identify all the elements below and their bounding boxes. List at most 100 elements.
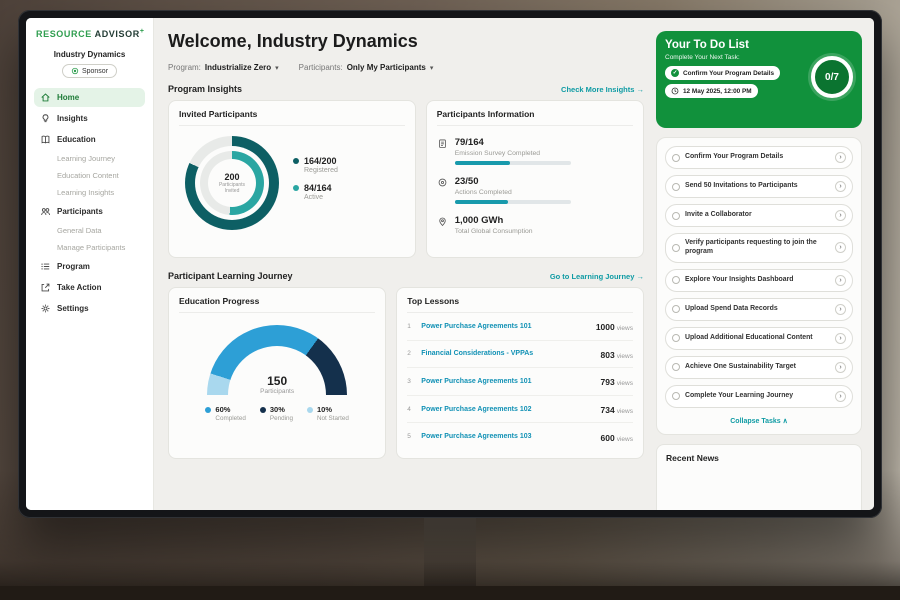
task-checkbox[interactable] [672, 334, 680, 342]
sidebar-item-education[interactable]: Education [34, 130, 145, 149]
views-count: 1000 [596, 322, 615, 332]
task-checkbox[interactable] [672, 276, 680, 284]
sidebar-item-education-content[interactable]: Education Content [34, 168, 145, 183]
arrow-right-icon: → [637, 85, 645, 94]
people-icon [40, 206, 51, 217]
task-label: Upload Spend Data Records [685, 305, 830, 314]
todo-panel: Your To Do List Complete Your Next Task:… [656, 31, 862, 510]
check-more-insights-link[interactable]: Check More Insights → [561, 85, 644, 94]
task-checkbox[interactable] [672, 363, 680, 371]
lesson-rank: 1 [407, 323, 414, 330]
stat-actions-completed: 23/50 Actions Completed [437, 176, 633, 204]
task-row[interactable]: Verify participants requesting to join t… [665, 233, 853, 263]
org-block: Industry Dynamics Sponsor [34, 50, 145, 80]
chevron-right-icon[interactable]: › [835, 391, 846, 402]
go-to-learning-journey-link[interactable]: Go to Learning Journey → [550, 272, 644, 281]
task-row[interactable]: Confirm Your Program Details › [665, 146, 853, 169]
chevron-right-icon[interactable]: › [835, 210, 846, 221]
stat-label: Total Global Consumption [455, 228, 533, 235]
task-checkbox[interactable] [672, 212, 680, 220]
donut-ring-outer: 200 Participants Invited [185, 136, 279, 230]
chevron-right-icon[interactable]: › [835, 152, 846, 163]
collapse-tasks-link[interactable]: Collapse Tasks ∧ [665, 414, 853, 426]
sidebar-item-settings[interactable]: Settings [34, 299, 145, 318]
sidebar-item-label: Take Action [57, 283, 101, 292]
legend-dot [205, 407, 211, 413]
filter-bar: Program: Industrialize Zero ▾ Participan… [168, 63, 644, 72]
clock-icon [671, 87, 679, 95]
gauge-label: Participants [207, 388, 347, 395]
task-row[interactable]: Explore Your Insights Dashboard › [665, 269, 853, 292]
lesson-link[interactable]: Power Purchase Agreements 101 [421, 378, 593, 385]
lesson-link[interactable]: Power Purchase Agreements 102 [421, 406, 593, 413]
sidebar-item-take-action[interactable]: Take Action [34, 278, 145, 297]
participants-filter-dropdown[interactable]: Participants: Only My Participants ▾ [299, 63, 434, 72]
lesson-link[interactable]: Power Purchase Agreements 103 [421, 433, 593, 440]
program-filter-dropdown[interactable]: Program: Industrialize Zero ▾ [168, 63, 279, 72]
lesson-views: 734views [601, 400, 633, 418]
monitor-bezel: RESOURCE ADVISOR+ Industry Dynamics Spon… [18, 10, 882, 518]
sidebar-item-label: Home [57, 93, 79, 102]
task-checkbox[interactable] [672, 392, 680, 400]
chevron-right-icon[interactable]: › [835, 181, 846, 192]
progress-bar-fill [455, 200, 508, 204]
sidebar-item-program[interactable]: Program [34, 257, 145, 276]
lesson-rank: 2 [407, 350, 414, 357]
legend-item-registered: 164/200 Registered [293, 156, 338, 174]
legend-item-not-started: 10% Not Started [307, 405, 349, 422]
stat-value: 1,000 GWh [455, 215, 533, 226]
progress-bar [455, 200, 571, 204]
lesson-link[interactable]: Financial Considerations - VPPAs [421, 350, 593, 357]
logo-secondary: ADVISOR [95, 29, 140, 39]
task-row[interactable]: Upload Spend Data Records › [665, 298, 853, 321]
sidebar-item-general-data[interactable]: General Data [34, 223, 145, 238]
chevron-right-icon[interactable]: › [835, 333, 846, 344]
task-checkbox[interactable] [672, 305, 680, 313]
chevron-right-icon[interactable]: › [835, 275, 846, 286]
sidebar-item-manage-participants[interactable]: Manage Participants [34, 240, 145, 255]
task-label: Achieve One Sustainability Target [685, 363, 830, 372]
sidebar-item-learning-insights[interactable]: Learning Insights [34, 185, 145, 200]
program-filter-label: Program: [168, 63, 201, 72]
lesson-link[interactable]: Power Purchase Agreements 101 [421, 323, 589, 330]
views-word: views [617, 325, 633, 332]
donut-ring-inner: 200 Participants Invited [200, 151, 264, 215]
sidebar-item-label: Program [57, 262, 90, 271]
task-row[interactable]: Upload Additional Educational Content › [665, 327, 853, 350]
screen: RESOURCE ADVISOR+ Industry Dynamics Spon… [26, 18, 874, 510]
card-title: Top Lessons [407, 296, 633, 313]
donut-gap: 200 Participants Invited [195, 146, 269, 220]
task-label: Verify participants requesting to join t… [685, 239, 830, 257]
sidebar-item-insights[interactable]: Insights [34, 109, 145, 128]
task-checkbox[interactable] [672, 244, 680, 252]
legend-name: Active [304, 194, 332, 201]
task-row[interactable]: Complete Your Learning Journey › [665, 385, 853, 408]
org-name: Industry Dynamics [34, 50, 145, 59]
chevron-right-icon[interactable]: › [835, 242, 846, 253]
chevron-right-icon[interactable]: › [835, 304, 846, 315]
desk-edge [0, 586, 900, 600]
legend-item-pending: 30% Pending [260, 405, 293, 422]
views-count: 734 [601, 405, 615, 415]
task-label: Invite a Collaborator [685, 211, 830, 220]
lessons-list: 1 Power Purchase Agreements 101 1000view… [407, 313, 633, 450]
sidebar-item-learning-journey[interactable]: Learning Journey [34, 151, 145, 166]
sidebar-item-label: Participants [57, 207, 103, 216]
task-row[interactable]: Send 50 Invitations to Participants › [665, 175, 853, 198]
sidebar-item-participants[interactable]: Participants [34, 202, 145, 221]
task-row[interactable]: Achieve One Sustainability Target › [665, 356, 853, 379]
lesson-views: 793views [601, 372, 633, 390]
chevron-right-icon[interactable]: › [835, 362, 846, 373]
views-count: 803 [601, 350, 615, 360]
sidebar-item-home[interactable]: Home [34, 88, 145, 107]
card-title: Participants Information [437, 109, 633, 126]
participants-filter-value: Only My Participants [347, 63, 426, 72]
task-checkbox[interactable] [672, 183, 680, 191]
task-checkbox[interactable] [672, 154, 680, 162]
legend-value: 60% [215, 405, 245, 414]
next-task-pill[interactable]: ✓ Confirm Your Program Details [665, 66, 780, 80]
task-row[interactable]: Invite a Collaborator › [665, 204, 853, 227]
views-word: views [617, 436, 633, 443]
lesson-rank: 4 [407, 406, 414, 413]
scene: RESOURCE ADVISOR+ Industry Dynamics Spon… [0, 0, 900, 600]
